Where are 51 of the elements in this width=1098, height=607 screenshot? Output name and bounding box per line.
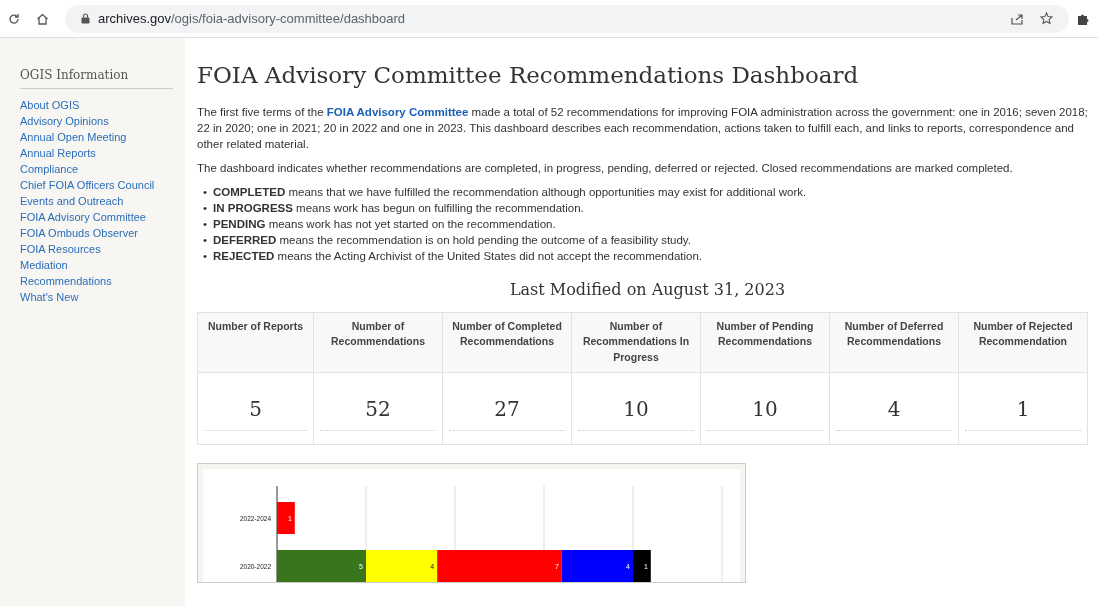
bullet-mark: • (203, 248, 208, 264)
column-header: Number of Recommendations In Progress (571, 312, 701, 373)
sidebar-link[interactable]: Recommendations (20, 273, 173, 289)
stat-value: 1 (965, 385, 1081, 431)
sidebar-link[interactable]: FOIA Advisory Committee (20, 209, 173, 225)
sidebar-link[interactable]: Mediation (20, 257, 173, 273)
sidebar-link[interactable]: FOIA Ombuds Observer (20, 225, 173, 241)
star-icon[interactable] (1040, 12, 1053, 25)
column-header: Number of Completed Recommendations (442, 312, 572, 373)
reload-icon[interactable] (8, 12, 20, 25)
last-modified-heading: Last Modified on August 31, 2023 (508, 278, 787, 301)
sidebar-title: OGIS Information (20, 66, 173, 89)
home-icon[interactable] (36, 12, 49, 25)
address-bar[interactable]: archives.gov/ogis/foia-advisory-committee/dashboard (65, 4, 1069, 33)
stat-value: 5 (204, 385, 307, 431)
stat-value: 10 (578, 385, 694, 431)
summary-paragraph: The dashboard indicates whether recommendations are completed, in progress, pending, deferred or rejected. Closed recommendations are marked completed. (197, 160, 1014, 176)
bullet-mark: • (203, 184, 208, 200)
page-title: FOIA Advisory Committee Recommendations Dashboard (197, 62, 860, 90)
sidebar-link[interactable]: What's New (20, 289, 173, 305)
intro-paragraph: The first five terms of the FOIA Advisory Committee made a total of 52 recommendations for improving FOIA administration across the government: one in 2016; seven 2018; 22 in 2020; one in 2021; 20 in 2022 and one in 2023. This dashboard describes each recommendation, actions taken to fulfill each, and links to reports, correspondence and other related material. (197, 104, 1089, 152)
stat-value: 27 (449, 385, 565, 431)
lock-icon (81, 13, 90, 24)
sidebar-link[interactable]: Events and Outreach (20, 193, 173, 209)
sidebar-link[interactable]: Chief FOIA Officers Council (20, 177, 173, 193)
column-header: Number of Pending Recommendations (700, 312, 830, 373)
bullet-mark: • (203, 200, 208, 216)
sidebar-link[interactable]: Annual Reports (20, 145, 173, 161)
committee-link[interactable]: FOIA Advisory Committee (326, 105, 469, 118)
sidebar-link[interactable]: Annual Open Meeting (20, 129, 173, 145)
definition-item: DEFERRED means the recommendation is on hold pending the outcome of a feasibility study. (213, 232, 691, 248)
column-header: Number of Recommendations (313, 312, 443, 373)
stat-value: 4 (836, 385, 952, 431)
sidebar-link[interactable]: About OGIS (20, 97, 173, 113)
definition-item: PENDING means work has not yet started on the recommendation. (213, 216, 556, 232)
column-header: Number of Rejected Recommendation (958, 312, 1088, 373)
bullet-mark: • (203, 216, 208, 232)
url-text: archives.gov/ogis/foia-advisory-committee/dashboard (98, 9, 406, 28)
stat-value: 10 (707, 385, 823, 431)
puzzle-icon[interactable] (1077, 12, 1090, 25)
column-header: Number of Deferred Recommendations (829, 312, 959, 373)
share-icon[interactable] (1011, 12, 1024, 25)
bullet-mark: • (203, 232, 208, 248)
column-header: Number of Reports (197, 312, 314, 373)
sidebar-link[interactable]: FOIA Resources (20, 241, 173, 257)
definition-item: REJECTED means the Acting Archivist of the United States did not accept the recommendation. (213, 248, 703, 264)
sidebar-link[interactable]: Advisory Opinions (20, 113, 173, 129)
stat-value: 52 (320, 385, 436, 431)
definition-item: COMPLETED means that we have fulfilled the recommendation although opportunities may exist for additional work. (213, 184, 807, 200)
definition-item: IN PROGRESS means work has begun on fulfilling the recommendation. (213, 200, 584, 216)
sidebar-link[interactable]: Compliance (20, 161, 173, 177)
